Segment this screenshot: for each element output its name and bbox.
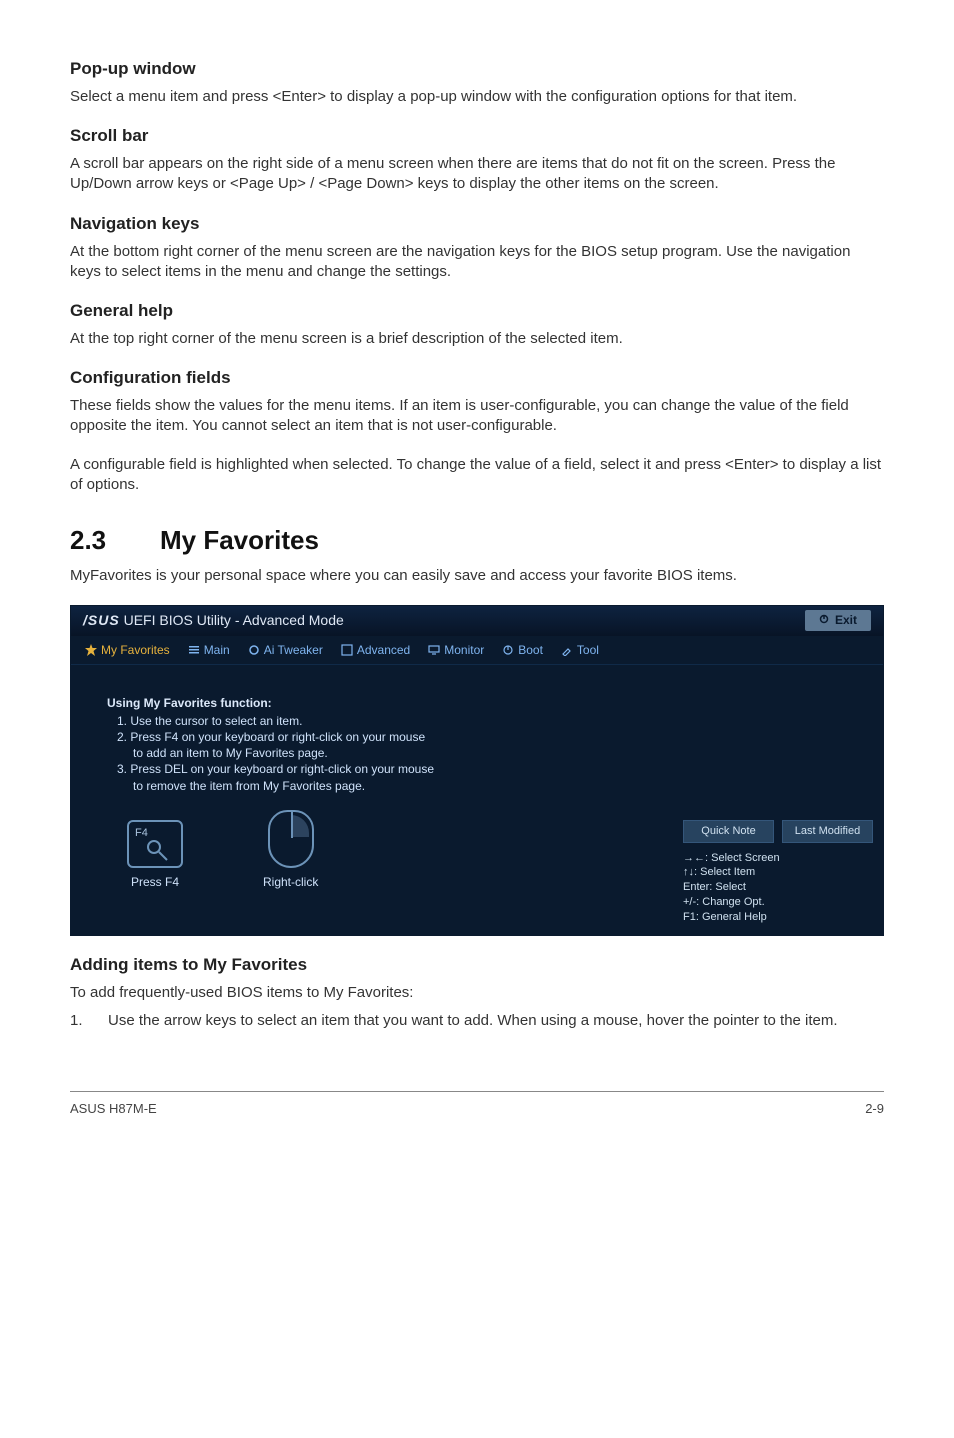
bios-body: Using My Favorites function: 1. Use the …: [71, 665, 883, 935]
page-footer: ASUS H87M-E 2-9: [70, 1091, 884, 1118]
nav-key-line: F1: General Help: [683, 910, 873, 925]
heading-generalhelp: General help: [70, 300, 884, 323]
tab-label: Tool: [577, 642, 599, 658]
help-item-3: 3. Press DEL on your keyboard or right-c…: [117, 761, 653, 793]
press-f4-label: Press F4: [127, 874, 183, 890]
monitor-icon: [428, 644, 440, 656]
last-modified-button[interactable]: Last Modified: [782, 820, 873, 843]
tab-main[interactable]: Main: [188, 642, 230, 658]
f4-key-icon: F4: [127, 820, 183, 868]
bios-title-text: UEFI BIOS Utility - Advanced Mode: [124, 612, 344, 628]
footer-right: 2-9: [865, 1100, 884, 1118]
heading-popup: Pop-up window: [70, 58, 884, 81]
help-item-2-line2: to add an item to My Favorites page.: [133, 745, 653, 761]
tab-label: Advanced: [357, 642, 410, 658]
heading-scrollbar: Scroll bar: [70, 125, 884, 148]
help-header: Using My Favorites function:: [107, 695, 653, 711]
nav-key-line: ↑↓: Select Item: [683, 865, 873, 880]
heading-configfields: Configuration fields: [70, 367, 884, 390]
bios-tabs: My Favorites Main Ai Tweaker Advanced Mo…: [71, 636, 883, 665]
bios-right-panel: Quick Note Last Modified →←: Select Scre…: [673, 665, 883, 935]
magnifier-icon: [145, 838, 165, 858]
help-item-3-line2: to remove the item from My Favorites pag…: [133, 778, 653, 794]
text-myfav-intro: MyFavorites is your personal space where…: [70, 566, 884, 586]
tab-label: My Favorites: [101, 642, 170, 658]
text-configfields-1: These fields show the values for the men…: [70, 396, 884, 437]
step-1-number: 1.: [70, 1011, 88, 1031]
tab-label: Boot: [518, 642, 543, 658]
help-item-1: 1. Use the cursor to select an item.: [117, 713, 653, 729]
step-1: 1. Use the arrow keys to select an item …: [70, 1011, 884, 1031]
tool-icon: [561, 644, 573, 656]
quick-note-button[interactable]: Quick Note: [683, 820, 774, 843]
exit-button[interactable]: Exit: [805, 610, 871, 630]
tab-label: Ai Tweaker: [264, 642, 323, 658]
advanced-icon: [341, 644, 353, 656]
step-1-text: Use the arrow keys to select an item tha…: [108, 1011, 884, 1031]
text-popup: Select a menu item and press <Enter> to …: [70, 87, 884, 107]
tab-tool[interactable]: Tool: [561, 642, 599, 658]
boot-icon: [502, 644, 514, 656]
power-icon: [819, 612, 829, 628]
bios-titlebar: /SUS UEFI BIOS Utility - Advanced Mode E…: [71, 606, 883, 636]
help-item-3-line1: 3. Press DEL on your keyboard or right-c…: [117, 762, 434, 776]
text-configfields-2: A configurable field is highlighted when…: [70, 455, 884, 496]
nav-key-line: Enter: Select: [683, 880, 873, 895]
quicknote-row: Quick Note Last Modified: [683, 820, 873, 843]
tab-label: Main: [204, 642, 230, 658]
tab-ai-tweaker[interactable]: Ai Tweaker: [248, 642, 323, 658]
f4-key-column: F4 Press F4: [127, 820, 183, 890]
text-adding-intro: To add frequently-used BIOS items to My …: [70, 983, 884, 1003]
section-title-myfavorites: 2.3My Favorites: [70, 523, 884, 558]
help-item-2-line1: 2. Press F4 on your keyboard or right-cl…: [117, 730, 425, 744]
bios-screenshot: /SUS UEFI BIOS Utility - Advanced Mode E…: [70, 605, 884, 936]
star-icon: [85, 644, 97, 656]
section-number: 2.3: [70, 523, 160, 558]
list-icon: [188, 644, 200, 656]
mouse-right-button-highlight: [291, 815, 309, 837]
section-name: My Favorites: [160, 525, 319, 555]
bios-icons-row: F4 Press F4 Right-click: [127, 810, 653, 890]
nav-key-line: →←: Select Screen: [683, 851, 873, 866]
asus-logo: /SUS: [83, 612, 120, 628]
tab-label: Monitor: [444, 642, 484, 658]
tweaker-icon: [248, 644, 260, 656]
bios-left-panel: Using My Favorites function: 1. Use the …: [71, 665, 673, 935]
heading-navkeys: Navigation keys: [70, 213, 884, 236]
right-click-label: Right-click: [263, 874, 318, 890]
tab-monitor[interactable]: Monitor: [428, 642, 484, 658]
footer-left: ASUS H87M-E: [70, 1100, 157, 1118]
help-item-2: 2. Press F4 on your keyboard or right-cl…: [117, 729, 653, 761]
steps-list: 1. Use the arrow keys to select an item …: [70, 1011, 884, 1031]
text-scrollbar: A scroll bar appears on the right side o…: [70, 154, 884, 195]
help-list: 1. Use the cursor to select an item. 2. …: [117, 713, 653, 794]
mouse-icon: [268, 810, 314, 868]
mouse-column: Right-click: [263, 810, 318, 890]
tab-my-favorites[interactable]: My Favorites: [85, 642, 170, 658]
nav-keys-block: →←: Select Screen ↑↓: Select Item Enter:…: [683, 851, 873, 925]
heading-adding: Adding items to My Favorites: [70, 954, 884, 977]
exit-label: Exit: [835, 612, 857, 628]
tab-boot[interactable]: Boot: [502, 642, 543, 658]
nav-key-line: +/-: Change Opt.: [683, 895, 873, 910]
tab-advanced[interactable]: Advanced: [341, 642, 410, 658]
text-navkeys: At the bottom right corner of the menu s…: [70, 242, 884, 283]
bios-title-left: /SUS UEFI BIOS Utility - Advanced Mode: [83, 611, 344, 630]
text-generalhelp: At the top right corner of the menu scre…: [70, 329, 884, 349]
